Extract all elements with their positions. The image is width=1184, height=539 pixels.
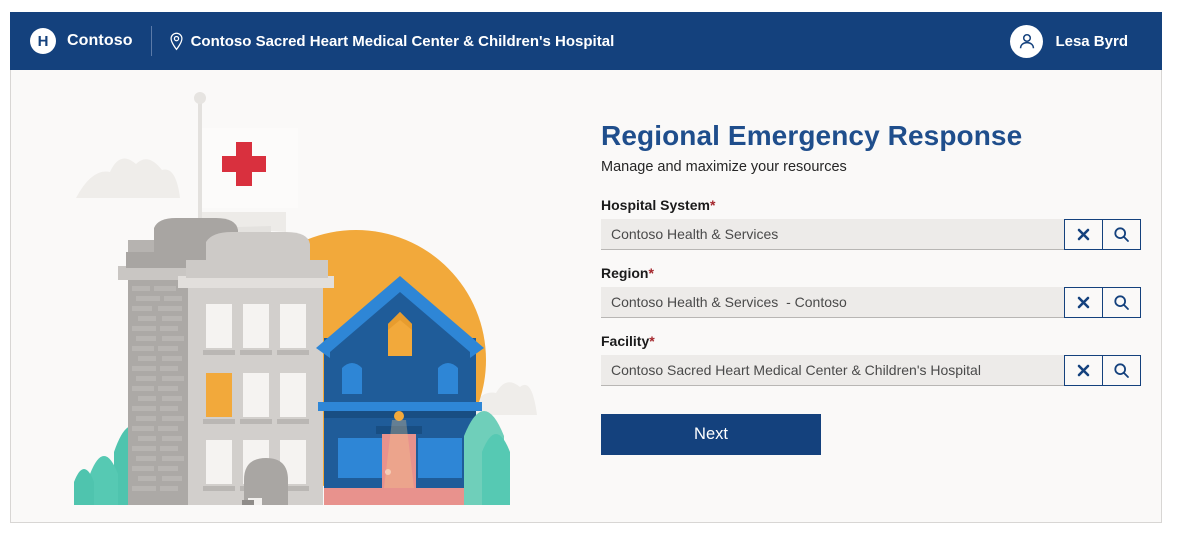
region-input[interactable]: Contoso Health & Services - Contoso bbox=[601, 287, 1064, 318]
facility-breadcrumb[interactable]: Contoso Sacred Heart Medical Center & Ch… bbox=[169, 32, 615, 51]
label-facility-text: Facility bbox=[601, 333, 650, 349]
label-region: Region* bbox=[601, 265, 1141, 281]
search-icon-region[interactable] bbox=[1102, 287, 1141, 318]
field-group-hospital-system: Hospital System* Contoso Health & Servic… bbox=[601, 197, 1141, 250]
header-divider bbox=[150, 26, 152, 56]
label-facility: Facility* bbox=[601, 333, 1141, 349]
facility-input[interactable]: Contoso Sacred Heart Medical Center & Ch… bbox=[601, 355, 1064, 386]
content-card: Regional Emergency Response Manage and m… bbox=[10, 70, 1162, 523]
page-subtitle: Manage and maximize your resources bbox=[601, 159, 847, 175]
form-panel: Regional Emergency Response Manage and m… bbox=[601, 120, 1141, 455]
hospital-buildings-illustration bbox=[66, 80, 566, 520]
required-indicator: * bbox=[709, 197, 716, 213]
field-row-facility: Contoso Sacred Heart Medical Center & Ch… bbox=[601, 355, 1141, 386]
label-hospital-system-text: Hospital System bbox=[601, 197, 710, 213]
search-icon-hospital-system[interactable] bbox=[1102, 219, 1141, 250]
label-hospital-system: Hospital System* bbox=[601, 197, 1141, 213]
clear-x-icon-region[interactable] bbox=[1064, 287, 1103, 318]
hospital-system-input[interactable]: Contoso Health & Services bbox=[601, 219, 1064, 250]
field-row-hospital-system: Contoso Health & Services bbox=[601, 219, 1141, 250]
required-indicator: * bbox=[648, 265, 654, 281]
user-menu[interactable]: Lesa Byrd bbox=[1010, 24, 1146, 58]
label-region-text: Region bbox=[601, 265, 649, 281]
field-group-region: Region* Contoso Health & Services - Cont… bbox=[601, 265, 1141, 318]
next-button[interactable]: Next bbox=[601, 414, 821, 455]
facility-name: Contoso Sacred Heart Medical Center & Ch… bbox=[190, 32, 615, 50]
clear-x-icon-facility[interactable] bbox=[1064, 355, 1103, 386]
brand[interactable]: H Contoso bbox=[30, 28, 133, 54]
field-group-facility: Facility* Contoso Sacred Heart Medical C… bbox=[601, 333, 1141, 386]
location-pin-icon bbox=[169, 32, 184, 51]
page-title: Regional Emergency Response bbox=[601, 120, 1023, 151]
required-indicator: * bbox=[649, 333, 655, 349]
clear-x-icon-hospital-system[interactable] bbox=[1064, 219, 1103, 250]
app-header: H Contoso Contoso Sacred Heart Medical C… bbox=[10, 12, 1162, 70]
contoso-logo-icon: H bbox=[30, 28, 56, 54]
user-name: Lesa Byrd bbox=[1055, 32, 1128, 50]
search-icon-facility[interactable] bbox=[1102, 355, 1141, 386]
field-row-region: Contoso Health & Services - Contoso bbox=[601, 287, 1141, 318]
person-avatar-icon bbox=[1010, 24, 1044, 58]
page-root: H Contoso Contoso Sacred Heart Medical C… bbox=[0, 0, 1184, 539]
brand-name: Contoso bbox=[67, 32, 133, 49]
